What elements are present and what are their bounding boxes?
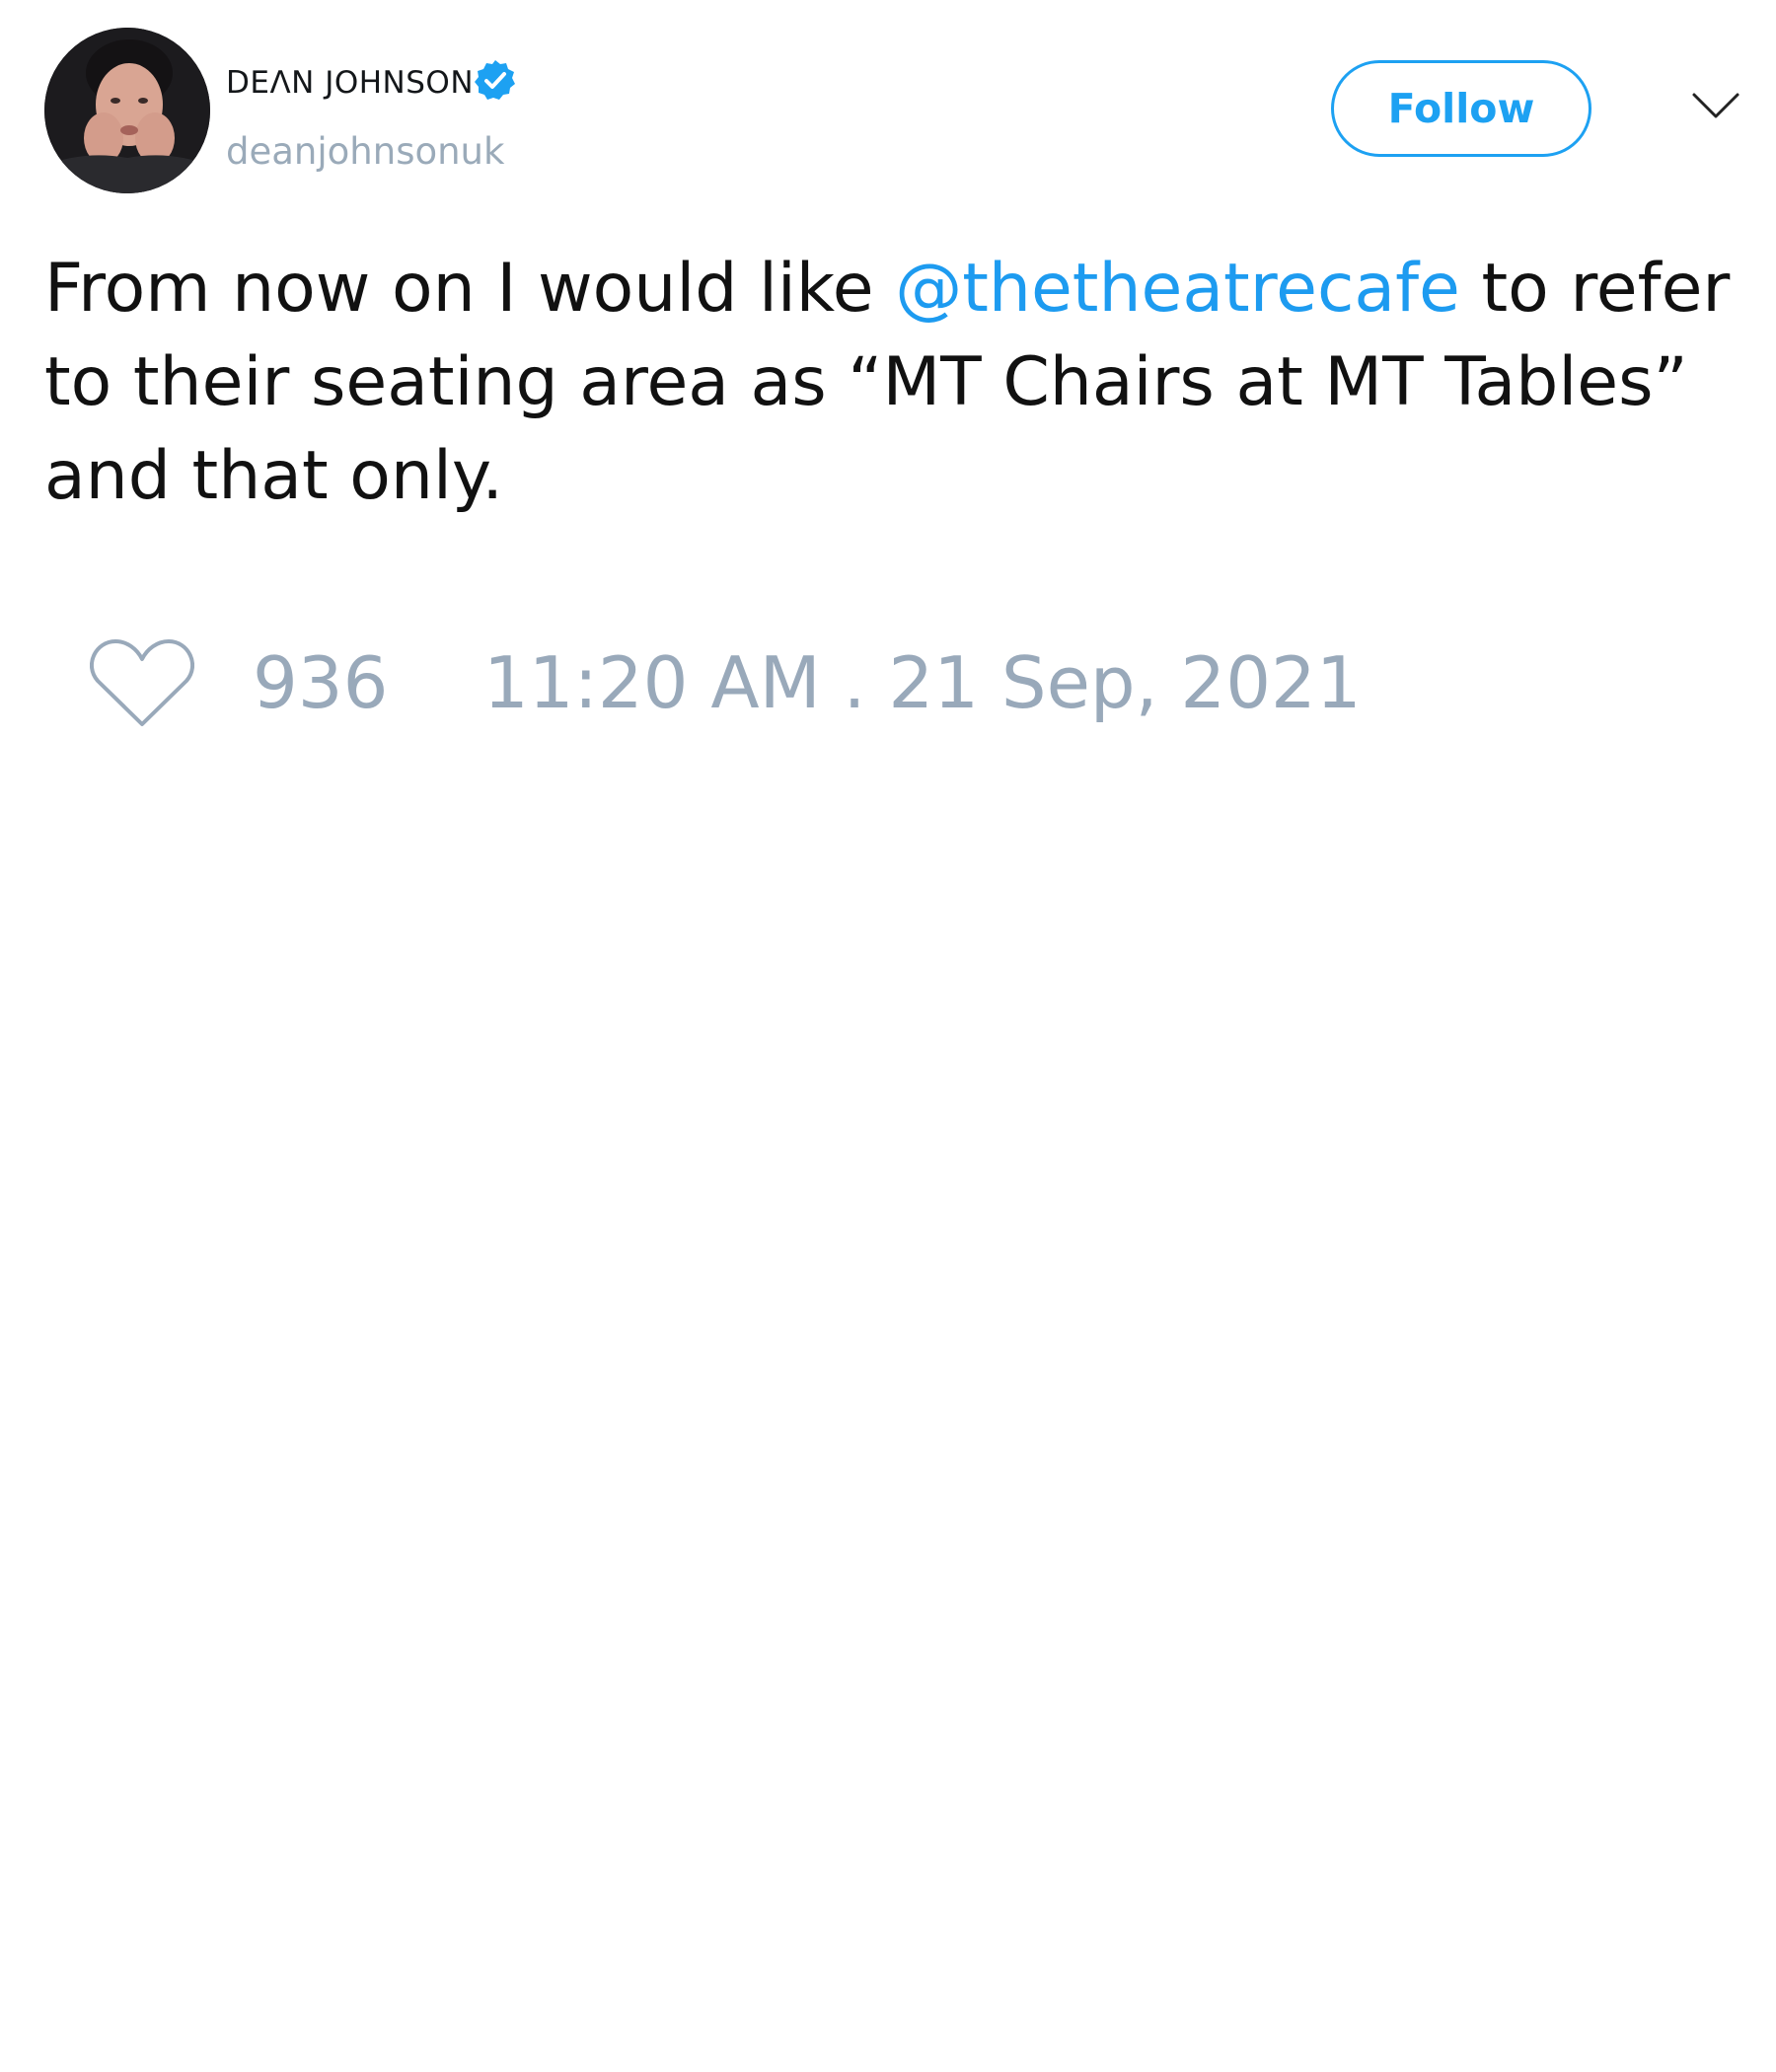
user-handle[interactable]: deanjohnsonuk xyxy=(226,130,504,174)
chevron-down-icon[interactable] xyxy=(1691,91,1740,120)
tweet-text-segment: to refer xyxy=(1459,250,1731,328)
tweet-text: From now on I would like @thetheatrecafe… xyxy=(44,242,1761,523)
heart-icon[interactable] xyxy=(90,637,194,728)
verified-badge-icon xyxy=(475,60,515,100)
follow-button[interactable]: Follow xyxy=(1331,60,1591,157)
tweet-text-line-1: From now on I would like @thetheatrecafe… xyxy=(44,242,1761,335)
mention-link[interactable]: @thetheatrecafe xyxy=(895,250,1460,328)
avatar-photo-icon xyxy=(44,28,210,193)
tweet-card: DEΛN JOHNSON deanjohnsonuk Follow From n… xyxy=(0,0,1776,2072)
tweet-text-line-2: to their seating area as “MT Chairs at M… xyxy=(44,343,1688,421)
tweet-text-segment: From now on I would like xyxy=(44,250,896,328)
display-name[interactable]: DEΛN JOHNSON xyxy=(226,65,474,101)
like-count: 936 xyxy=(253,641,389,724)
tweet-timestamp[interactable]: 11:20 AM . 21 Sep, 2021 xyxy=(483,641,1362,724)
avatar[interactable] xyxy=(44,28,210,193)
tweet-text-line-3: and that only. xyxy=(44,437,504,515)
